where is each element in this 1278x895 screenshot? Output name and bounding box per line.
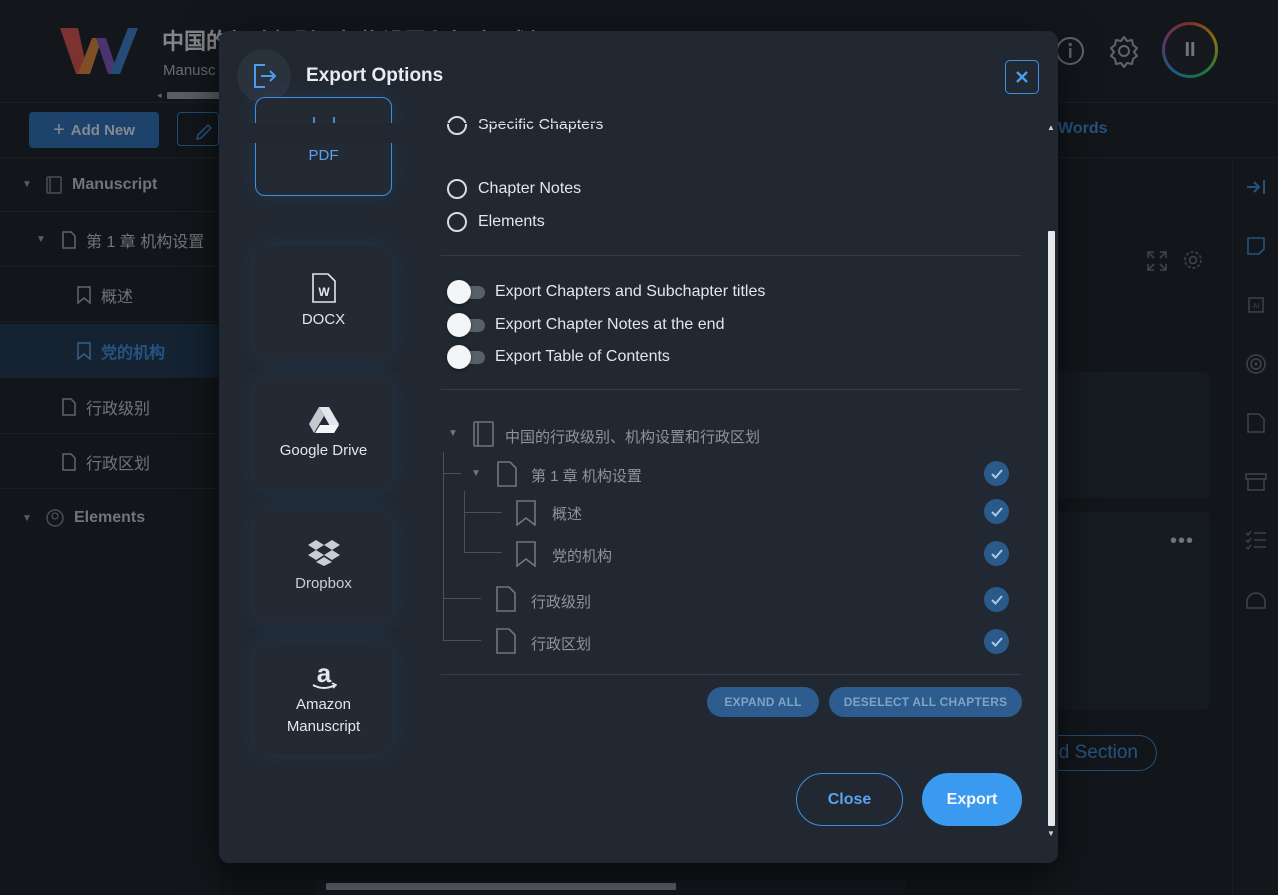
tree-line <box>443 598 481 599</box>
docx-icon: W <box>311 272 336 303</box>
document-icon <box>497 461 517 487</box>
format-label: Google Drive <box>279 441 368 459</box>
toggle-switch[interactable] <box>447 313 485 337</box>
modal-title: Export Options <box>306 65 444 86</box>
svg-text:W: W <box>318 285 330 299</box>
export-file-icon <box>237 49 291 103</box>
radio-chapter-notes[interactable]: Chapter Notes <box>447 179 581 199</box>
scroll-down-arrow[interactable]: ▼ <box>1047 829 1055 838</box>
modal-close-button[interactable] <box>1005 60 1039 94</box>
google-drive-icon <box>308 406 340 434</box>
amazon-icon: a <box>310 660 338 692</box>
export-options-modal: Export Options PDF PDF W DOCX Google Dri… <box>219 31 1058 863</box>
toggle-label: Export Chapters and Subchapter titles <box>495 283 766 300</box>
modal-vertical-scrollbar[interactable]: ▲ ▼ <box>1045 123 1058 843</box>
document-icon <box>496 586 516 612</box>
divider <box>441 674 1021 675</box>
tree-line <box>464 552 502 553</box>
format-label: PDF <box>308 147 339 164</box>
scroll-up-arrow[interactable]: ▲ <box>1047 123 1055 132</box>
radio-label: Chapter Notes <box>478 180 582 197</box>
toggle-label: Export Chapter Notes at the end <box>495 316 725 333</box>
svg-text:a: a <box>316 660 331 688</box>
bookmark-icon <box>516 500 536 526</box>
sub-checked-icon[interactable] <box>984 541 1009 566</box>
close-icon <box>1016 71 1028 83</box>
format-option-dropbox[interactable]: Dropbox <box>255 510 392 623</box>
expand-all-button[interactable]: EXPAND ALL <box>707 687 819 717</box>
radio-elements[interactable]: Elements <box>447 212 545 232</box>
toggle-chapter-titles[interactable]: Export Chapters and Subchapter titles <box>447 280 766 304</box>
caret-down-icon[interactable]: ▼ <box>448 428 458 439</box>
format-option-docx[interactable]: W DOCX <box>255 245 392 358</box>
document-icon <box>496 628 516 654</box>
format-label: Amazon Manuscript <box>286 695 361 735</box>
sub-checked-icon[interactable] <box>984 499 1009 524</box>
tree-chapter-label: 行政区划 <box>531 636 592 653</box>
divider <box>441 389 1021 390</box>
modal-content: PDF PDF W DOCX Google Drive Dropbox a <box>219 97 1058 863</box>
format-label: Dropbox <box>295 574 352 592</box>
chapter-checked-icon[interactable] <box>984 629 1009 654</box>
close-button[interactable]: Close <box>796 773 903 826</box>
divider <box>441 255 1021 256</box>
export-button[interactable]: Export <box>922 773 1022 826</box>
radio-button[interactable] <box>447 212 467 232</box>
book-icon <box>471 421 495 447</box>
tree-line <box>464 512 502 513</box>
header-scroll-mask <box>219 123 1058 143</box>
chapter-checked-icon[interactable] <box>984 587 1009 612</box>
tree-chapter-label: 行政级别 <box>531 594 592 611</box>
scroll-thumb[interactable] <box>1048 231 1055 826</box>
format-option-google-drive[interactable]: Google Drive <box>255 377 392 490</box>
toggle-switch[interactable] <box>447 280 485 304</box>
format-option-amazon[interactable]: a Amazon Manuscript <box>255 642 392 755</box>
toggle-table-of-contents[interactable]: Export Table of Contents <box>447 345 670 369</box>
deselect-all-chapters-button[interactable]: DESELECT ALL CHAPTERS <box>829 687 1022 717</box>
bookmark-icon <box>516 541 536 567</box>
chapter-checked-icon[interactable] <box>984 461 1009 486</box>
tree-line <box>443 640 481 641</box>
toggle-label: Export Table of Contents <box>495 348 670 365</box>
radio-label: Elements <box>478 213 545 230</box>
tree-line <box>443 452 444 640</box>
radio-button[interactable] <box>447 179 467 199</box>
tree-chapter-label: 第 1 章 机构设置 <box>531 468 642 485</box>
tree-line <box>443 473 461 474</box>
tree-root-label: 中国的行政级别、机构设置和行政区划 <box>505 429 761 446</box>
dropbox-icon <box>307 539 341 567</box>
caret-down-icon[interactable]: ▼ <box>471 468 481 479</box>
tree-line <box>464 491 465 552</box>
format-option-pdf[interactable]: PDF PDF <box>255 97 392 196</box>
toggle-switch[interactable] <box>447 345 485 369</box>
format-label: DOCX <box>301 310 346 328</box>
tree-sub-label: 概述 <box>552 506 583 523</box>
toggle-chapter-notes[interactable]: Export Chapter Notes at the end <box>447 313 725 337</box>
tree-sub-label: 党的机构 <box>552 548 613 565</box>
